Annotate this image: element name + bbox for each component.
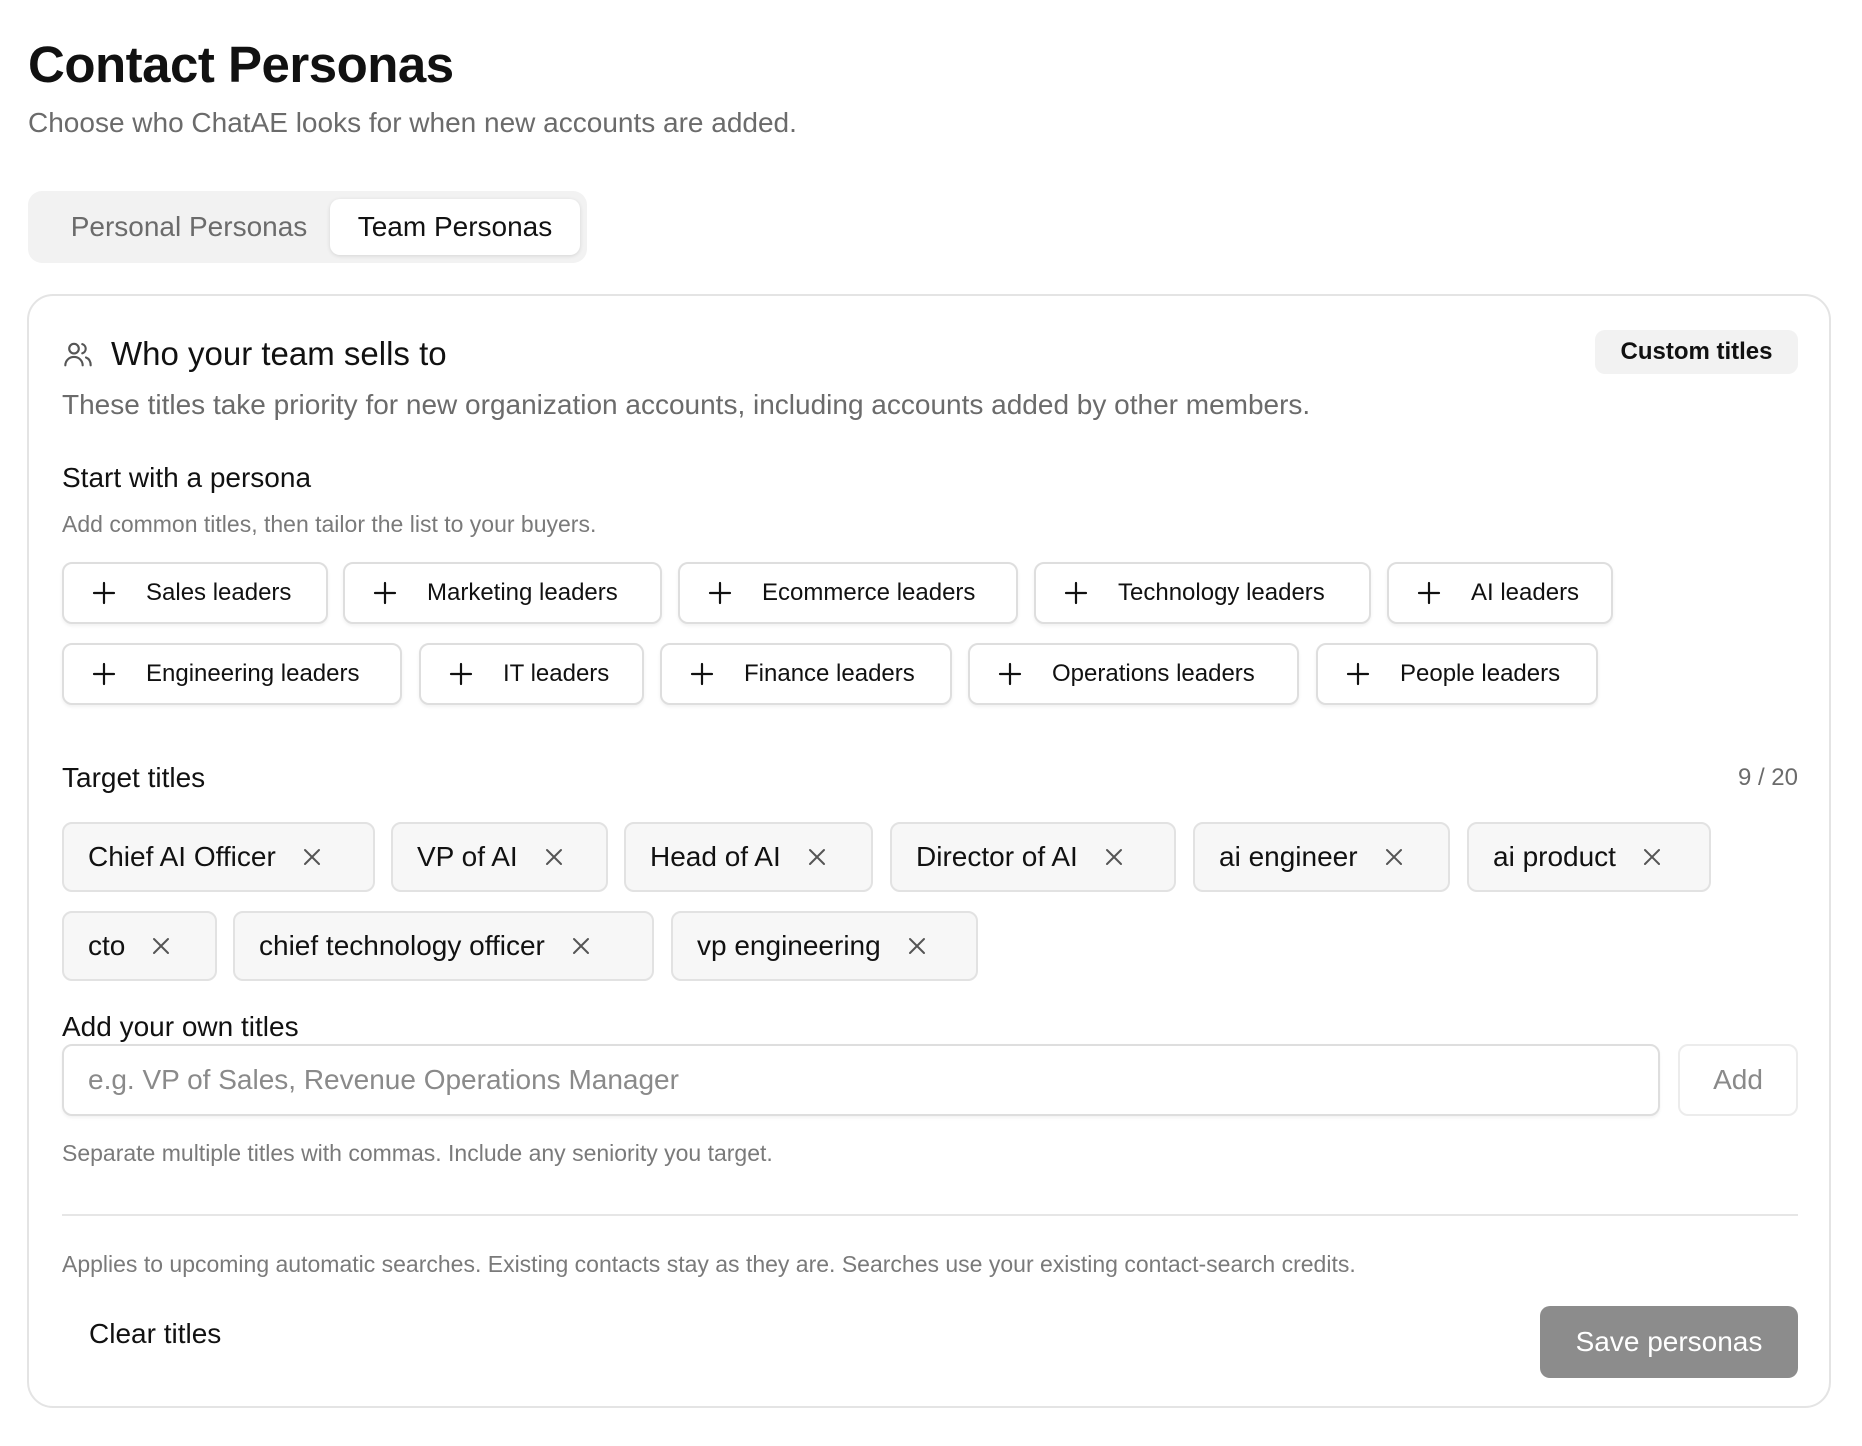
plus-icon: [1417, 581, 1441, 605]
plus-icon: [708, 581, 732, 605]
tab-personal-personas[interactable]: Personal Personas: [34, 199, 344, 255]
custom-titles-input[interactable]: [62, 1044, 1660, 1116]
title-chip-label: cto: [88, 930, 126, 961]
persona-button-marketing-leaders[interactable]: Marketing leaders: [343, 562, 662, 624]
custom-titles-hint: Separate multiple titles with commas. In…: [62, 1140, 773, 1166]
close-icon[interactable]: [151, 936, 171, 956]
persona-button-sales-leaders[interactable]: Sales leaders: [62, 562, 328, 624]
page-subtitle: Choose who ChatAE looks for when new acc…: [28, 107, 797, 138]
title-chip: Director of AI: [890, 822, 1176, 892]
close-icon[interactable]: [544, 847, 564, 867]
close-icon[interactable]: [571, 936, 591, 956]
add-titles-button[interactable]: Add: [1678, 1044, 1798, 1116]
title-chip: Head of AI: [624, 822, 873, 892]
persona-button-people-leaders[interactable]: People leaders: [1316, 643, 1598, 705]
footer-note: Applies to upcoming automatic searches. …: [62, 1251, 1356, 1277]
target-titles-count: 9 / 20: [1737, 764, 1798, 791]
persona-button-operations-leaders[interactable]: Operations leaders: [968, 643, 1299, 705]
title-chip-label: Head of AI: [650, 841, 781, 872]
close-icon[interactable]: [907, 936, 927, 956]
title-chip-label: VP of AI: [417, 841, 518, 872]
persona-button-ecommerce-leaders[interactable]: Ecommerce leaders: [678, 562, 1018, 624]
title-chip: vp engineering: [671, 911, 978, 981]
plus-icon: [1064, 581, 1088, 605]
title-chip-label: ai product: [1493, 841, 1616, 872]
title-chip-label: Director of AI: [916, 841, 1078, 872]
card-description: These titles take priority for new organ…: [62, 389, 1311, 420]
plus-icon: [690, 662, 714, 686]
custom-titles-heading: Add your own titles: [62, 1011, 299, 1042]
page-title: Contact Personas: [28, 36, 454, 93]
close-icon[interactable]: [1642, 847, 1662, 867]
persona-button-it-leaders[interactable]: IT leaders: [419, 643, 644, 705]
persona-button-label: AI leaders: [1471, 579, 1580, 606]
close-icon[interactable]: [1384, 847, 1404, 867]
plus-icon: [1346, 662, 1370, 686]
title-chip: chief technology officer: [233, 911, 654, 981]
plus-icon: [92, 581, 116, 605]
plus-icon: [373, 581, 397, 605]
save-personas-button[interactable]: Save personas: [1540, 1306, 1798, 1378]
plus-icon: [92, 662, 116, 686]
persona-section-hint: Add common titles, then tailor the list …: [62, 511, 597, 537]
clear-titles-button[interactable]: Clear titles: [89, 1306, 221, 1362]
close-icon[interactable]: [807, 847, 827, 867]
card-title: Who your team sells to: [111, 335, 447, 372]
title-chip: VP of AI: [391, 822, 608, 892]
persona-button-label: Ecommerce leaders: [762, 579, 976, 606]
persona-button-technology-leaders[interactable]: Technology leaders: [1034, 562, 1371, 624]
persona-button-label: Operations leaders: [1052, 660, 1255, 687]
tab-team-personas[interactable]: Team Personas: [330, 199, 580, 255]
persona-button-label: Marketing leaders: [427, 579, 618, 606]
team-personas-card: Who your team sells to Custom titles The…: [27, 294, 1831, 1408]
persona-button-finance-leaders[interactable]: Finance leaders: [660, 643, 952, 705]
plus-icon: [998, 662, 1022, 686]
persona-button-ai-leaders[interactable]: AI leaders: [1387, 562, 1613, 624]
persona-button-engineering-leaders[interactable]: Engineering leaders: [62, 643, 402, 705]
persona-button-label: People leaders: [1400, 660, 1561, 687]
target-titles-heading: Target titles: [62, 762, 206, 793]
title-chip-label: vp engineering: [697, 930, 881, 961]
title-chip-label: chief technology officer: [259, 930, 545, 961]
users-icon: [64, 342, 92, 367]
persona-button-label: Engineering leaders: [146, 660, 360, 687]
plus-icon: [449, 662, 473, 686]
divider: [62, 1214, 1798, 1216]
persona-button-label: Technology leaders: [1118, 579, 1325, 606]
title-chip: ai product: [1467, 822, 1711, 892]
close-icon[interactable]: [1104, 847, 1124, 867]
persona-section-heading: Start with a persona: [62, 462, 312, 493]
title-chip: Chief AI Officer: [62, 822, 375, 892]
persona-button-label: IT leaders: [503, 660, 610, 687]
title-chip-label: Chief AI Officer: [88, 841, 276, 872]
custom-titles-badge: Custom titles: [1595, 330, 1798, 374]
persona-button-label: Sales leaders: [146, 579, 292, 606]
persona-tabs: Personal Personas Team Personas: [28, 191, 587, 263]
title-chip: ai engineer: [1193, 822, 1450, 892]
close-icon[interactable]: [302, 847, 322, 867]
persona-button-label: Finance leaders: [744, 660, 915, 687]
title-chip: cto: [62, 911, 217, 981]
title-chip-label: ai engineer: [1219, 841, 1358, 872]
